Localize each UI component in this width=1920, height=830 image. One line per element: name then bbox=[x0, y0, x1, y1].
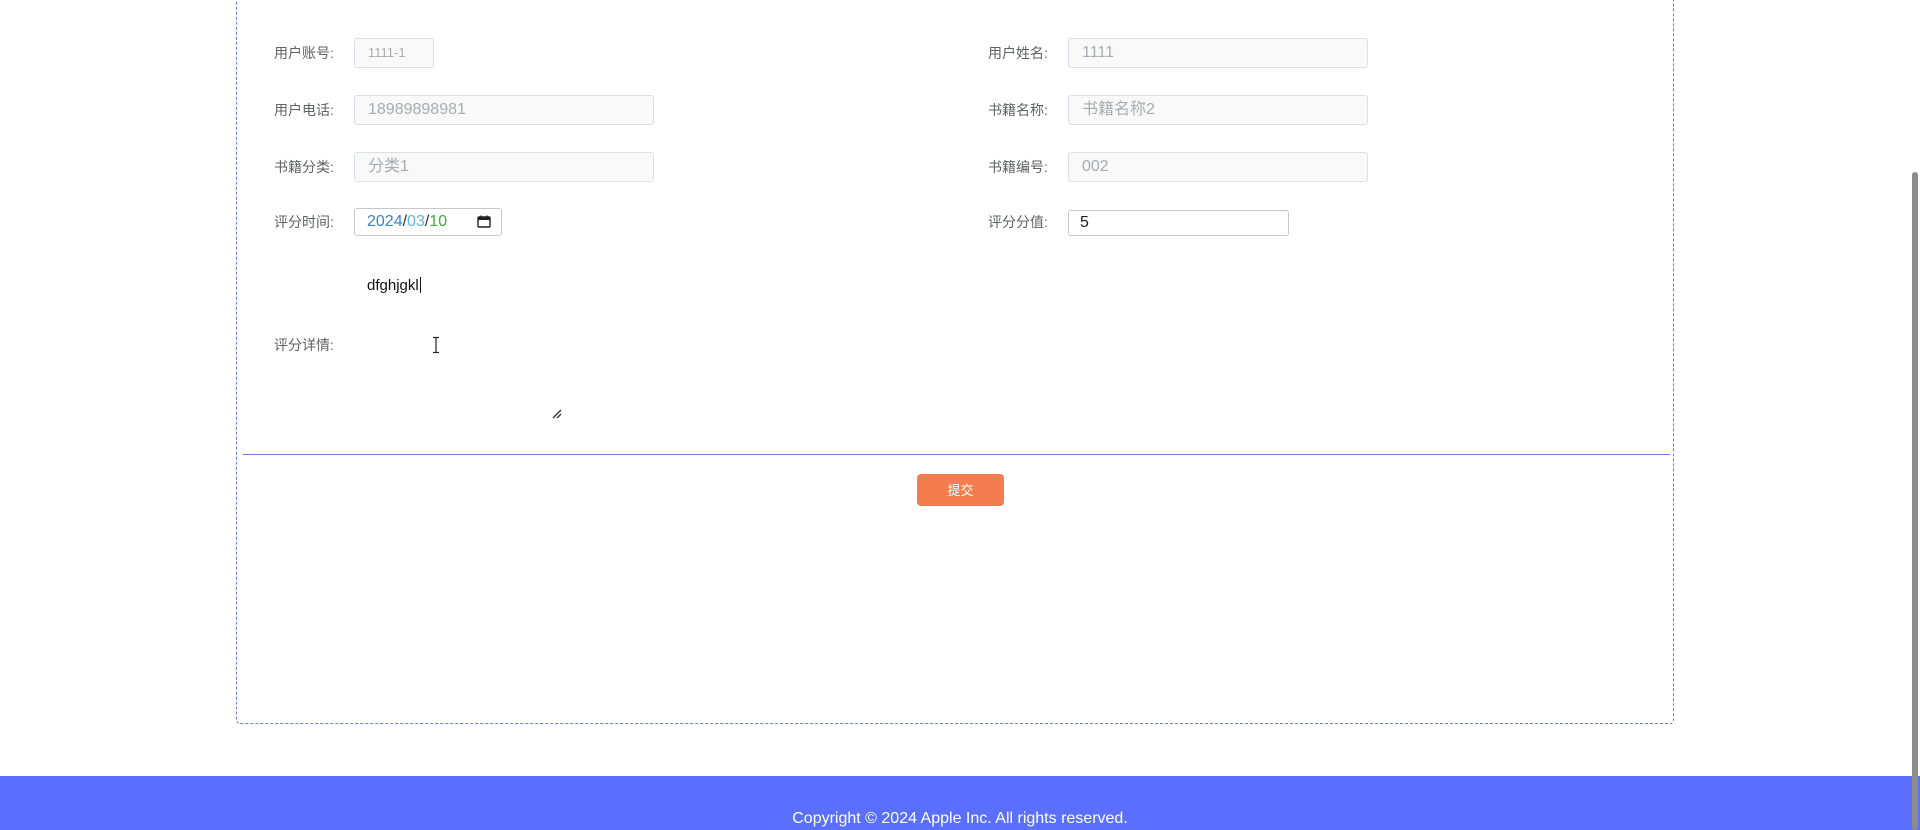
user-account-label: 用户账号: bbox=[274, 45, 334, 61]
rating-time-date-input[interactable]: 2024/03/10 bbox=[354, 208, 502, 236]
form-divider bbox=[243, 454, 1670, 455]
book-name-label: 书籍名称: bbox=[988, 102, 1048, 118]
user-name-label: 用户姓名: bbox=[988, 45, 1048, 61]
calendar-icon[interactable] bbox=[477, 215, 491, 228]
book-number-label: 书籍编号: bbox=[988, 159, 1048, 175]
page: 用户账号: 1111-1 用户姓名: 1111 用户电话: 1898989898… bbox=[0, 0, 1920, 830]
rating-detail-value: dfghjgkl bbox=[367, 277, 419, 294]
date-day[interactable]: 10 bbox=[429, 213, 447, 230]
book-category-input[interactable]: 分类1 bbox=[354, 152, 654, 182]
submit-button[interactable]: 提交 bbox=[917, 474, 1004, 506]
rating-score-input[interactable]: 5 bbox=[1068, 210, 1289, 236]
rating-score-label: 评分分值: bbox=[988, 214, 1048, 230]
book-number-input[interactable]: 002 bbox=[1068, 152, 1368, 182]
text-cursor-icon bbox=[433, 336, 439, 354]
copyright-text: Copyright © 2024 Apple Inc. All rights r… bbox=[792, 810, 1128, 827]
text-caret bbox=[419, 277, 421, 293]
user-phone-label: 用户电话: bbox=[274, 102, 334, 118]
user-name-input[interactable]: 1111 bbox=[1068, 38, 1368, 68]
resize-handle-icon[interactable] bbox=[551, 408, 563, 420]
user-account-input[interactable]: 1111-1 bbox=[354, 38, 434, 68]
book-category-label: 书籍分类: bbox=[274, 159, 334, 175]
rating-detail-text[interactable]: dfghjgkl bbox=[367, 277, 421, 294]
date-year[interactable]: 2024 bbox=[367, 213, 403, 230]
date-month[interactable]: 03 bbox=[407, 213, 425, 230]
user-phone-input[interactable]: 18989898981 bbox=[354, 95, 654, 125]
book-name-input[interactable]: 书籍名称2 bbox=[1068, 95, 1368, 125]
rating-time-label: 评分时间: bbox=[274, 214, 334, 230]
rating-detail-label: 评分详情: bbox=[274, 337, 334, 353]
scrollbar-thumb[interactable] bbox=[1912, 172, 1918, 830]
footer: Copyright © 2024 Apple Inc. All rights r… bbox=[0, 776, 1920, 830]
